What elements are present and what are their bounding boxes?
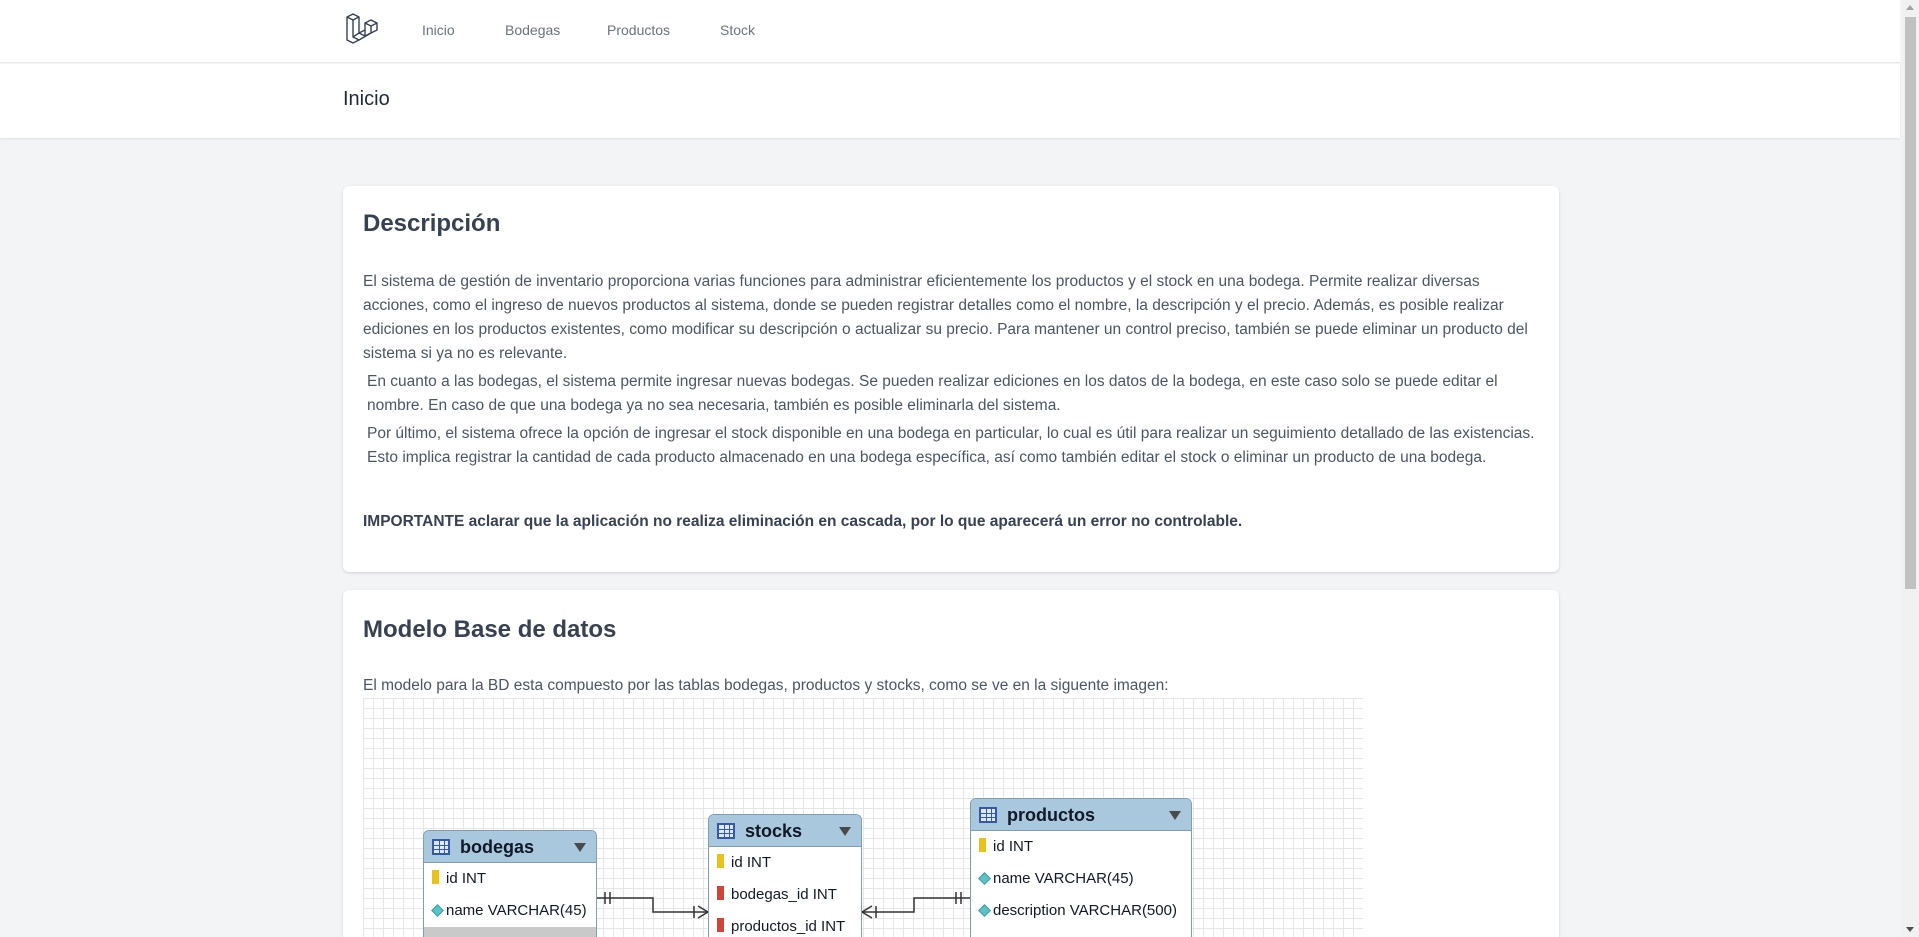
table-productos-header: productos [971,799,1191,831]
column-diamond-icon [431,904,444,917]
table-bodegas-header: bodegas [424,831,596,863]
column-label: id INT [993,838,1034,855]
table-stocks: stocks id INT bodegas_id INT productos_i… [708,814,862,937]
column-label: id INT [446,870,487,887]
db-model-intro: El modelo para la BD esta compuesto por … [363,677,1169,694]
page-header: Inicio [0,64,1900,138]
description-paragraph-3: Por último, el sistema ofrece la opción … [367,425,1535,466]
foreign-key-icon [717,918,724,932]
description-paragraph-2: En cuanto a las bodegas, el sistema perm… [367,373,1498,414]
column-row: name VARCHAR(45) [424,895,596,927]
primary-key-icon [432,870,439,884]
nav-link-stock[interactable]: Stock [720,22,755,38]
table-icon [979,807,997,823]
column-label: productos_id INT [731,918,846,935]
er-diagram-image: bodegas id INT name VARCHAR(45) stocks i… [363,698,1363,937]
column-row: bodegas_id INT [709,879,861,911]
column-row: productos_id INT [709,911,861,937]
column-label: description VARCHAR(500) [993,902,1177,919]
column-row: name VARCHAR(45) [971,863,1191,895]
column-diamond-icon [978,872,991,885]
table-productos: productos id INT name VARCHAR(45) descri… [970,798,1192,937]
nav-link-bodegas[interactable]: Bodegas [505,22,560,38]
column-row: description VARCHAR(500) [971,895,1191,927]
scroll-up-arrow-icon[interactable] [1906,5,1914,10]
scrollbar-thumb[interactable] [1905,17,1916,589]
column-label: bodegas_id INT [731,886,837,903]
scroll-down-arrow-icon[interactable] [1906,927,1914,932]
nav-link-productos[interactable]: Productos [607,22,670,38]
db-model-title: Modelo Base de datos [363,616,617,643]
column-row: id INT [971,831,1191,863]
page-title: Inicio [343,88,390,110]
collapse-arrow-icon [574,843,586,852]
column-label: name VARCHAR(45) [993,870,1134,887]
indexes-row [424,927,596,937]
primary-key-icon [979,838,986,852]
foreign-key-icon [717,886,724,900]
table-icon [717,823,735,839]
column-diamond-icon [978,904,991,917]
nav-link-inicio[interactable]: Inicio [422,22,455,38]
laravel-logo-icon[interactable] [345,13,379,47]
table-stocks-title: stocks [745,821,803,841]
collapse-arrow-icon [839,827,851,836]
vertical-scrollbar[interactable] [1902,0,1919,937]
collapse-arrow-icon [1169,811,1181,820]
db-model-card: Modelo Base de datos El modelo para la B… [343,590,1559,937]
column-row: id INT [424,863,596,895]
primary-key-icon [717,854,724,868]
table-stocks-header: stocks [709,815,861,847]
table-bodegas-title: bodegas [460,837,535,857]
table-productos-title: productos [1007,805,1095,825]
top-navbar: Inicio Bodegas Productos Stock [0,0,1900,63]
column-label: id INT [731,854,772,871]
column-label: name VARCHAR(45) [446,902,587,919]
table-bodegas: bodegas id INT name VARCHAR(45) [423,830,597,937]
description-paragraph-1: El sistema de gestión de inventario prop… [363,273,1528,362]
table-icon [432,839,450,855]
important-note: IMPORTANTE aclarar que la aplicación no … [363,513,1243,530]
column-row: id INT [709,847,861,879]
description-card: Descripción El sistema de gestión de inv… [343,186,1559,572]
description-title: Descripción [363,210,501,237]
